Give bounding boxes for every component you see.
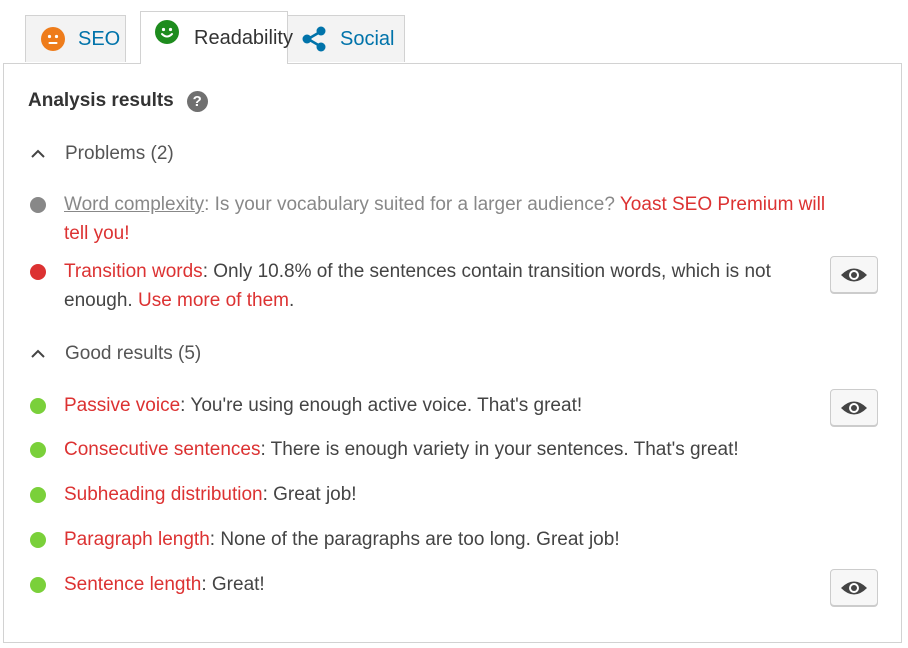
highlight-sentence-length-button[interactable] bbox=[830, 569, 878, 606]
chevron-up-icon bbox=[31, 149, 45, 158]
analysis-heading: Analysis results ? bbox=[28, 90, 208, 112]
use-more-link[interactable]: Use more of them bbox=[138, 290, 289, 311]
status-bullet-icon bbox=[30, 442, 46, 458]
status-bullet-icon bbox=[30, 487, 46, 503]
tab-social[interactable]: Social bbox=[287, 15, 405, 62]
tab-label: Readability bbox=[194, 26, 293, 49]
list-item-subheading-distribution: Subheading distribution: Great job! bbox=[28, 480, 828, 509]
word-complexity-link[interactable]: Word complexity bbox=[64, 194, 204, 215]
smiley-face-icon bbox=[155, 20, 179, 44]
paragraph-length-link[interactable]: Paragraph length bbox=[64, 529, 210, 550]
analysis-panel: Analysis results ? Problems (2) Word com… bbox=[3, 63, 902, 643]
highlight-passive-voice-button[interactable] bbox=[830, 389, 878, 426]
status-bullet-icon bbox=[30, 264, 46, 280]
chevron-up-icon bbox=[31, 349, 45, 358]
sentence-length-link[interactable]: Sentence length bbox=[64, 574, 201, 595]
tab-seo[interactable]: SEO bbox=[25, 15, 126, 62]
status-bullet-icon bbox=[30, 197, 46, 213]
help-icon[interactable]: ? bbox=[186, 90, 208, 112]
eye-icon bbox=[841, 581, 867, 594]
passive-voice-link[interactable]: Passive voice bbox=[64, 395, 180, 416]
good-results-label: Good results (5) bbox=[65, 343, 202, 364]
list-item-paragraph-length: Paragraph length: None of the paragraphs… bbox=[28, 525, 828, 554]
passive-voice-text: : You're using enough active voice. That… bbox=[180, 395, 583, 416]
consecutive-sentences-text: : There is enough variety in your senten… bbox=[260, 439, 739, 460]
tab-label: SEO bbox=[78, 27, 121, 50]
transition-words-suffix: . bbox=[288, 290, 295, 311]
problems-label: Problems (2) bbox=[65, 143, 174, 164]
list-item-word-complexity: Word complexity: Is your vocabulary suit… bbox=[28, 190, 828, 248]
list-item-passive-voice: Passive voice: You're using enough activ… bbox=[28, 391, 828, 420]
transition-words-link[interactable]: Transition words bbox=[64, 261, 203, 282]
tab-readability[interactable]: Readability bbox=[140, 11, 293, 64]
tab-label: Social bbox=[340, 27, 395, 50]
subheading-distribution-link[interactable]: Subheading distribution bbox=[64, 484, 263, 505]
list-item-sentence-length: Sentence length: Great! bbox=[28, 570, 828, 599]
word-complexity-text: : Is your vocabulary suited for a larger… bbox=[204, 194, 620, 215]
consecutive-sentences-link[interactable]: Consecutive sentences bbox=[64, 439, 260, 460]
list-item-transition-words: Transition words: Only 10.8% of the sent… bbox=[28, 257, 798, 315]
sentence-length-text: : Great! bbox=[201, 574, 265, 595]
status-bullet-icon bbox=[30, 577, 46, 593]
paragraph-length-text: : None of the paragraphs are too long. G… bbox=[209, 529, 620, 550]
list-item-consecutive-sentences: Consecutive sentences: There is enough v… bbox=[28, 435, 828, 464]
neutral-face-icon bbox=[41, 27, 65, 51]
highlight-transition-words-button[interactable] bbox=[830, 256, 878, 293]
subheading-distribution-text: : Great job! bbox=[262, 484, 357, 505]
good-results-toggle[interactable]: Good results (5) bbox=[30, 343, 201, 365]
share-icon bbox=[301, 26, 327, 52]
problems-toggle[interactable]: Problems (2) bbox=[30, 143, 174, 165]
status-bullet-icon bbox=[30, 398, 46, 414]
eye-icon bbox=[841, 268, 867, 281]
eye-icon bbox=[841, 401, 867, 414]
page-title: Analysis results bbox=[28, 90, 174, 111]
status-bullet-icon bbox=[30, 532, 46, 548]
